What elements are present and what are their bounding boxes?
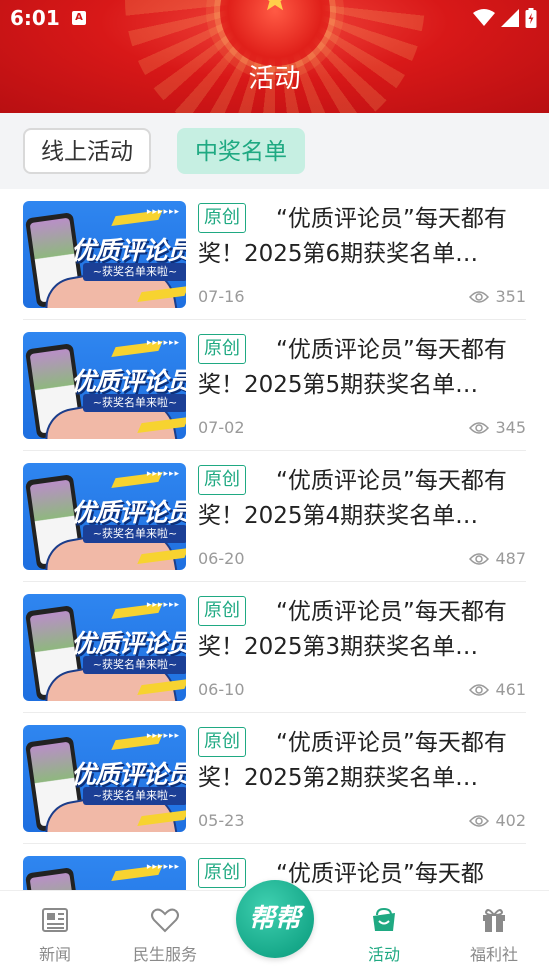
- help-center-button[interactable]: 帮帮: [236, 880, 314, 958]
- nav-label: 福利社: [469, 945, 518, 964]
- eye-icon: [469, 290, 490, 303]
- nav-item-welfare[interactable]: 福利社: [449, 905, 539, 965]
- heart-icon: [151, 908, 179, 933]
- nav-label: 活动: [367, 945, 400, 964]
- view-count-value: 345: [495, 418, 526, 437]
- battery-icon: [525, 8, 537, 28]
- view-count: 461: [469, 680, 526, 699]
- article-title[interactable]: “优质评论员”每天都有奖！2025第4期获奖名单…: [198, 464, 524, 534]
- view-count-value: 461: [495, 680, 526, 699]
- page-title: 活动: [248, 64, 301, 94]
- thumbnail-subline: ~获奖名单来啦~: [83, 525, 186, 543]
- thumbnail-headline: 优质评论员: [71, 760, 186, 789]
- arrow-decoration: ▸▸▸▸▸▸: [146, 600, 180, 610]
- bag-icon: [373, 907, 395, 931]
- view-count-value: 402: [495, 811, 526, 830]
- status-time: 6:01: [10, 6, 60, 30]
- nav-label: 民生服务: [132, 945, 197, 964]
- article-thumbnail: ▸▸▸▸▸▸ 优质评论员 ~获奖名单来啦~: [23, 594, 186, 701]
- article-date: 07-02: [198, 418, 245, 437]
- signal-icon: [501, 9, 519, 27]
- nav-item-services[interactable]: 民生服务: [120, 905, 210, 965]
- view-count-value: 487: [495, 549, 526, 568]
- tab-winners-list[interactable]: 中奖名单: [177, 128, 305, 174]
- list-item[interactable]: ▸▸▸▸▸▸ 优质评论员 ~获奖名单来啦~ 原创 “优质评论员”每天都有奖！20…: [23, 713, 526, 844]
- view-count: 487: [469, 549, 526, 568]
- article-title[interactable]: “优质评论员”每天都有奖！2025第5期获奖名单…: [198, 333, 524, 403]
- thumbnail-subline: ~获奖名单来啦~: [83, 787, 186, 805]
- thumbnail-headline: 优质评论员: [71, 236, 186, 265]
- article-title[interactable]: “优质评论员”每天都: [198, 857, 524, 892]
- nav-item-activities[interactable]: 活动: [339, 905, 429, 965]
- notification-icon: A: [72, 11, 86, 25]
- tabs-bar: 线上活动 中奖名单: [0, 113, 549, 189]
- view-count: 345: [469, 418, 526, 437]
- eye-icon: [469, 814, 490, 827]
- nav-item-news[interactable]: 新闻: [10, 905, 100, 965]
- article-thumbnail: ▸▸▸▸▸▸ 优质评论员 ~获奖名单来啦~: [23, 201, 186, 308]
- thumbnail-subline: ~获奖名单来啦~: [83, 394, 186, 412]
- nav-label: 新闻: [38, 945, 71, 964]
- article-date: 07-16: [198, 287, 245, 306]
- app-header: 6:01 A 活动: [0, 0, 549, 113]
- view-count: 402: [469, 811, 526, 830]
- status-bar: 6:01 A: [0, 0, 549, 38]
- tab-online-activities[interactable]: 线上活动: [23, 128, 151, 174]
- eye-icon: [469, 552, 490, 565]
- view-count-value: 351: [495, 287, 526, 306]
- article-thumbnail: ▸▸▸▸▸▸ 优质评论员 ~获奖名单来啦~: [23, 332, 186, 439]
- article-title[interactable]: “优质评论员”每天都有奖！2025第2期获奖名单…: [198, 726, 524, 796]
- arrow-decoration: ▸▸▸▸▸▸: [146, 338, 180, 348]
- article-thumbnail: ▸▸▸▸▸▸ 优质评论员 ~获奖名单来啦~: [23, 856, 186, 892]
- article-title[interactable]: “优质评论员”每天都有奖！2025第3期获奖名单…: [198, 595, 524, 665]
- thumbnail-subline: ~获奖名单来啦~: [83, 656, 186, 674]
- eye-icon: [469, 683, 490, 696]
- thumbnail-headline: 优质评论员: [71, 498, 186, 527]
- arrow-decoration: ▸▸▸▸▸▸: [146, 731, 180, 741]
- newspaper-icon: [42, 908, 68, 932]
- list-item[interactable]: ▸▸▸▸▸▸ 优质评论员 ~获奖名单来啦~ 原创 “优质评论员”每天都有奖！20…: [23, 582, 526, 713]
- article-list[interactable]: ▸▸▸▸▸▸ 优质评论员 ~获奖名单来啦~ 原创 “优质评论员”每天都有奖！20…: [0, 189, 549, 892]
- arrow-decoration: ▸▸▸▸▸▸: [146, 469, 180, 479]
- thumbnail-subline: ~获奖名单来啦~: [83, 263, 186, 281]
- view-count: 351: [469, 287, 526, 306]
- arrow-decoration: ▸▸▸▸▸▸: [146, 862, 180, 872]
- thumbnail-headline: 优质评论员: [71, 367, 186, 396]
- thumbnail-headline: 优质评论员: [71, 629, 186, 658]
- arrow-decoration: ▸▸▸▸▸▸: [146, 207, 180, 217]
- gift-icon: [483, 909, 505, 932]
- list-item[interactable]: ▸▸▸▸▸▸ 优质评论员 ~获奖名单来啦~ 原创 “优质评论员”每天都有奖！20…: [23, 320, 526, 451]
- article-date: 06-20: [198, 549, 245, 568]
- article-thumbnail: ▸▸▸▸▸▸ 优质评论员 ~获奖名单来啦~: [23, 725, 186, 832]
- status-icons: [473, 8, 537, 28]
- article-title[interactable]: “优质评论员”每天都有奖！2025第6期获奖名单…: [198, 202, 524, 272]
- article-date: 06-10: [198, 680, 245, 699]
- list-item[interactable]: ▸▸▸▸▸▸ 优质评论员 ~获奖名单来啦~ 原创 “优质评论员”每天都有奖！20…: [23, 451, 526, 582]
- wifi-icon: [473, 9, 495, 26]
- article-date: 05-23: [198, 811, 245, 830]
- article-thumbnail: ▸▸▸▸▸▸ 优质评论员 ~获奖名单来啦~: [23, 463, 186, 570]
- list-item[interactable]: ▸▸▸▸▸▸ 优质评论员 ~获奖名单来啦~ 原创 “优质评论员”每天都有奖！20…: [23, 189, 526, 320]
- eye-icon: [469, 421, 490, 434]
